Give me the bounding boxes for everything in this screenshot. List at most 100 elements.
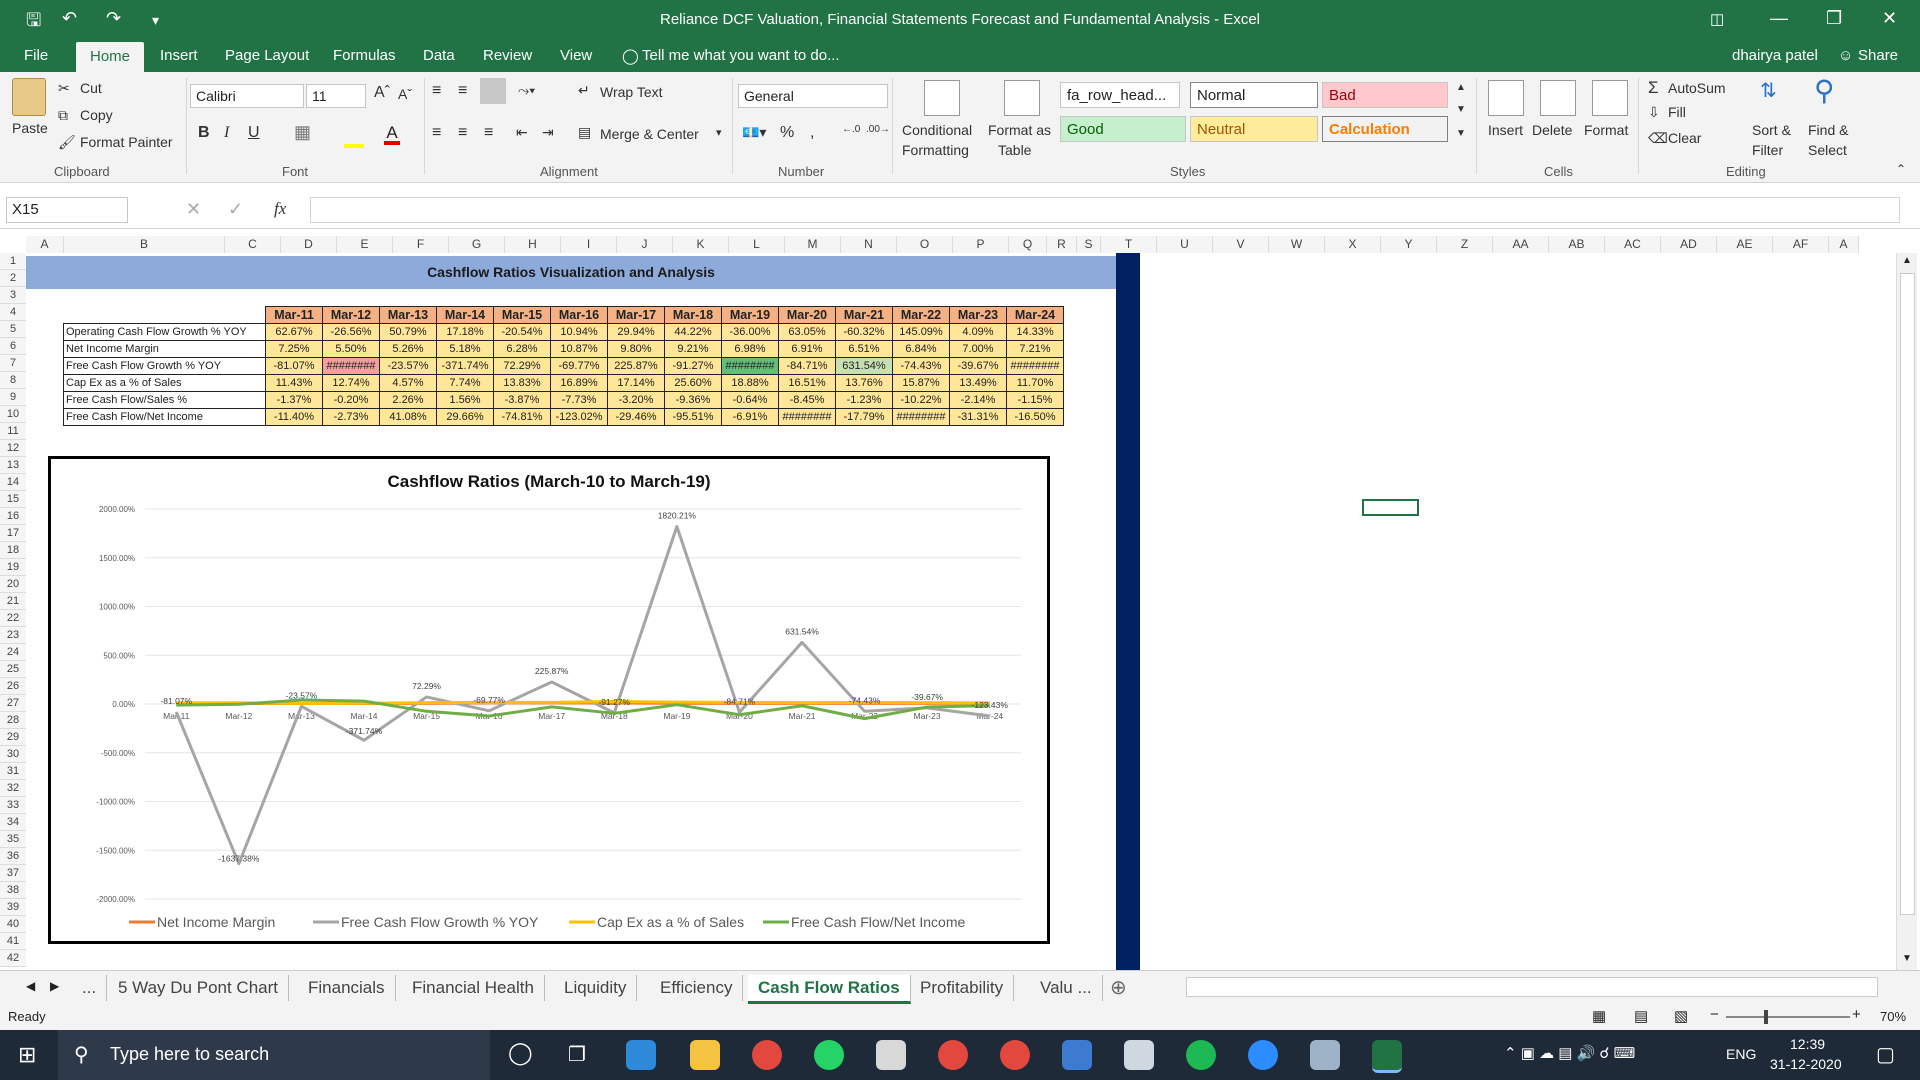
table-cell[interactable]: 17.18% [436,323,494,341]
row-header[interactable]: 18 [0,542,26,559]
font-size-combo[interactable]: 11 [306,84,366,108]
row-header[interactable]: 27 [0,695,26,712]
selected-cell[interactable] [1362,499,1419,516]
table-cell[interactable]: -23.57% [379,357,437,375]
align-left-icon[interactable]: ≡ [432,124,441,142]
legend-label[interactable]: Net Income Margin [157,914,275,930]
whatsapp-icon[interactable] [814,1040,844,1070]
column-header[interactable]: O [897,236,953,253]
column-header[interactable]: AA [1493,236,1549,253]
sheet-tab-cash-flow-ratios[interactable]: Cash Flow Ratios [748,975,911,1004]
sheet-tab-liquidity[interactable]: Liquidity [554,975,638,1001]
wrap-text-button[interactable]: Wrap Text [600,84,663,100]
table-cell[interactable]: -36.00% [721,323,779,341]
column-header[interactable]: G [449,236,505,253]
column-header[interactable]: R [1047,236,1077,253]
table-cell[interactable]: 7.74% [436,374,494,392]
column-header[interactable]: AF [1773,236,1829,253]
sheet-tab-financials[interactable]: Financials [298,975,396,1001]
table-cell[interactable]: 12.74% [322,374,380,392]
table-cell[interactable]: 50.79% [379,323,437,341]
ribbon-display-icon[interactable]: ◫ [1710,10,1724,28]
table-header-cell[interactable]: Mar-16 [550,306,608,324]
table-cell[interactable]: -10.22% [892,391,950,409]
windows-start-icon[interactable]: ⊞ [18,1042,36,1068]
column-header[interactable]: E [337,236,393,253]
mail-icon[interactable] [626,1040,656,1070]
vertical-scrollbar[interactable]: ▲ ▼ [1896,253,1917,970]
table-header-cell[interactable]: Mar-17 [607,306,665,324]
style-calculation[interactable]: Calculation [1322,116,1448,142]
sheet-tab-more[interactable]: ... [72,975,108,1001]
increase-font-icon[interactable]: Aˆ [374,84,390,102]
notification-icon[interactable]: ▢ [1876,1042,1895,1067]
tab-insert[interactable]: Insert [160,47,198,64]
insert-function-icon[interactable]: fx [274,199,286,219]
table-cell[interactable]: ######## [721,357,779,375]
table-cell[interactable]: 6.91% [778,340,836,358]
borders-icon[interactable]: ▦ [294,122,311,143]
table-cell[interactable]: 631.54% [835,357,893,375]
table-cell[interactable]: ######## [892,408,950,426]
column-header[interactable]: X [1325,236,1381,253]
collapse-ribbon-icon[interactable]: ⌃ [1896,162,1906,176]
table-cell[interactable]: 145.09% [892,323,950,341]
table-cell[interactable]: 6.84% [892,340,950,358]
table-header-cell[interactable]: Mar-14 [436,306,494,324]
table-cell[interactable]: 5.18% [436,340,494,358]
column-header[interactable]: AD [1661,236,1717,253]
row-header[interactable]: 26 [0,678,26,695]
table-cell[interactable]: 11.70% [1006,374,1064,392]
table-cell[interactable]: -6.91% [721,408,779,426]
zoom-in-icon[interactable]: + [1852,1006,1861,1023]
table-header-cell[interactable]: Mar-13 [379,306,437,324]
column-header[interactable]: F [393,236,449,253]
format-painter-button[interactable]: Format Painter [80,134,173,150]
style-fa-row-head[interactable]: fa_row_head... [1060,82,1180,108]
horizontal-scrollbar[interactable] [1186,977,1878,997]
task-view-icon[interactable]: ❐ [568,1042,586,1067]
row-label[interactable]: Operating Cash Flow Growth % YOY [63,323,266,341]
row-label[interactable]: Free Cash Flow/Sales % [63,391,266,409]
table-cell[interactable]: 5.50% [322,340,380,358]
row-header[interactable]: 12 [0,440,26,457]
tab-home[interactable]: Home [76,42,145,72]
table-cell[interactable]: 44.22% [664,323,722,341]
column-header[interactable]: AB [1549,236,1605,253]
column-header[interactable]: U [1157,236,1213,253]
table-cell[interactable]: -31.31% [949,408,1007,426]
column-header[interactable]: C [225,236,281,253]
table-cell[interactable]: 63.05% [778,323,836,341]
tab-data[interactable]: Data [423,47,455,64]
table-cell[interactable]: 4.57% [379,374,437,392]
clock-time[interactable]: 12:39 [1790,1036,1825,1052]
sheet-tab-valuation[interactable]: Valu ... [1030,975,1103,1001]
column-header[interactable]: J [617,236,673,253]
table-cell[interactable]: -60.32% [835,323,893,341]
font-name-combo[interactable]: Calibri [190,84,304,108]
minimize-icon[interactable]: — [1770,8,1788,29]
row-header[interactable]: 7 [0,355,26,372]
decrease-indent-icon[interactable]: ⇤ [516,124,528,141]
row-header[interactable]: 24 [0,644,26,661]
sheet-tab-financial-health[interactable]: Financial Health [402,975,545,1001]
table-cell[interactable]: -74.81% [493,408,551,426]
styles-scroll-down-icon[interactable]: ▼ [1456,104,1466,115]
row-header[interactable]: 32 [0,780,26,797]
table-cell[interactable]: 14.33% [1006,323,1064,341]
table-header-cell[interactable]: Mar-11 [265,306,323,324]
table-cell[interactable]: 5.26% [379,340,437,358]
fill-color-icon[interactable] [344,124,364,148]
merge-center-button[interactable]: Merge & Center [600,126,699,142]
name-box[interactable]: X15 [6,197,128,223]
legend-label[interactable]: Free Cash Flow Growth % YOY [341,914,539,930]
row-label[interactable]: Free Cash Flow Growth % YOY [63,357,266,375]
table-cell[interactable]: ######## [322,357,380,375]
column-header[interactable]: W [1269,236,1325,253]
table-cell[interactable]: -1.37% [265,391,323,409]
row-header[interactable]: 35 [0,831,26,848]
table-cell[interactable]: 62.67% [265,323,323,341]
table-cell[interactable]: 25.60% [664,374,722,392]
column-header[interactable]: B [64,236,225,253]
cancel-icon[interactable]: ✕ [186,199,201,220]
